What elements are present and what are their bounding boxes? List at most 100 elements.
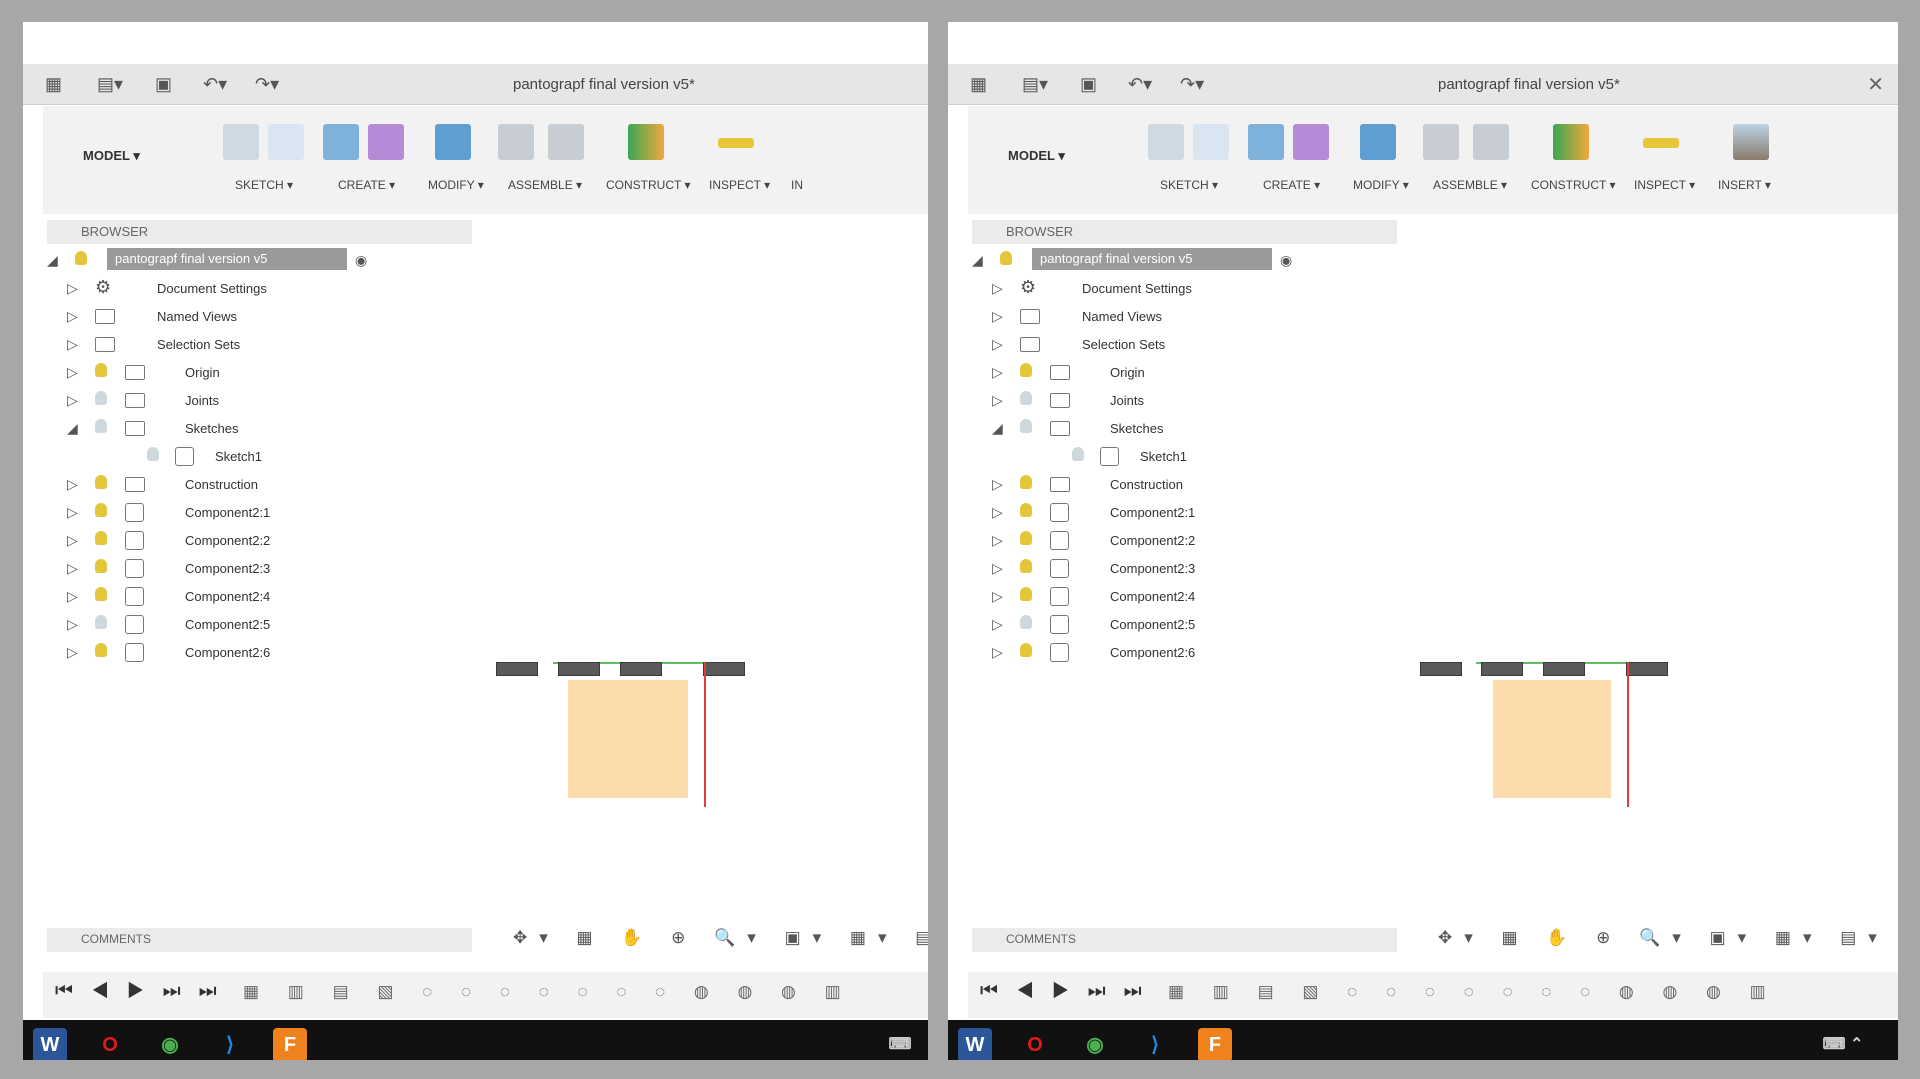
visibility-bulb-icon[interactable] [95,559,107,573]
visibility-bulb-icon[interactable] [1020,391,1032,405]
offset-plane-icon[interactable] [628,124,664,160]
visibility-bulb-icon[interactable] [1020,503,1032,517]
workspace-model-dropdown[interactable]: MODEL ▾ [1008,148,1065,164]
collapse-triangle-icon[interactable]: ◢ [972,252,983,269]
navigation-bar[interactable]: ✥▾ ▦ ✋ ⊕ 🔍▾ ▣▾ ▦▾ ▤▾ [1438,928,1889,958]
navigation-bar[interactable]: ✥▾ ▦ ✋ ⊕ 🔍▾ ▣▾ ▦▾ ▤▾ [513,928,928,958]
expand-triangle-icon[interactable]: ▷ [992,616,1003,633]
sketch-menu[interactable]: SKETCH ▾ [235,178,293,192]
visibility-bulb-icon[interactable] [95,643,107,657]
create-sketch-icon[interactable] [223,124,259,160]
create-sketch-icon[interactable] [1148,124,1184,160]
word-app-icon[interactable]: W [33,1028,67,1060]
opera-app-icon[interactable]: O [1018,1028,1052,1060]
form-icon[interactable] [1293,124,1329,160]
expand-triangle-icon[interactable]: ▷ [67,504,78,521]
visibility-bulb-icon[interactable] [95,419,107,433]
measure-icon[interactable] [1643,138,1679,148]
joint-icon[interactable] [1473,124,1509,160]
visibility-bulb-icon[interactable] [95,391,107,405]
expand-triangle-icon[interactable]: ▷ [67,588,78,605]
visibility-bulb-icon[interactable] [1072,447,1084,461]
comments-panel-header[interactable]: COMMENTS [972,928,1397,952]
browser-panel-header[interactable]: BROWSER [47,220,472,244]
line-icon[interactable] [1193,124,1229,160]
expand-triangle-icon[interactable]: ▷ [992,560,1003,577]
visibility-bulb-icon[interactable] [95,587,107,601]
timeline-features[interactable]: ▦ ▥ ▤ ▧ ◌ ◌ ◌ ◌ ◌ ◌ ◌ ◍ ◍ ◍ ▥ [1168,982,1778,1002]
insert-image-icon[interactable] [1733,124,1769,160]
inspect-menu[interactable]: INSPECT ▾ [709,178,770,192]
link-bar[interactable] [496,662,538,676]
visibility-bulb-icon[interactable] [1020,419,1032,433]
visibility-bulb-icon[interactable] [95,475,107,489]
activate-radio-icon[interactable]: ◉ [355,252,367,269]
fusion360-app-icon[interactable]: F [273,1028,307,1060]
visibility-bulb-icon[interactable] [95,503,107,517]
visibility-bulb-icon[interactable] [95,531,107,545]
measure-icon[interactable] [718,138,754,148]
press-pull-icon[interactable] [1360,124,1396,160]
expand-triangle-icon[interactable]: ▷ [67,336,78,353]
offset-plane-icon[interactable] [1553,124,1589,160]
apps-grid-icon[interactable]: ▦ [970,74,987,95]
expand-triangle-icon[interactable]: ▷ [67,280,78,297]
expand-triangle-icon[interactable]: ▷ [67,616,78,633]
expand-triangle-icon[interactable]: ▷ [992,280,1003,297]
visibility-bulb-icon[interactable] [1000,251,1012,265]
press-pull-icon[interactable] [435,124,471,160]
word-app-icon[interactable]: W [958,1028,992,1060]
insert-menu[interactable]: INSERT ▾ [1718,178,1771,192]
visibility-bulb-icon[interactable] [147,447,159,461]
expand-triangle-icon[interactable]: ▷ [67,532,78,549]
link-bar[interactable] [1420,662,1462,676]
activate-radio-icon[interactable]: ◉ [1280,252,1292,269]
chrome-app-icon[interactable]: ◉ [153,1028,187,1060]
comments-panel-header[interactable]: COMMENTS [47,928,472,952]
insert-menu-truncated[interactable]: IN [791,178,803,192]
undo-icon[interactable]: ↶▾ [203,74,227,95]
expand-triangle-icon[interactable]: ▷ [992,588,1003,605]
visibility-bulb-icon[interactable] [75,251,87,265]
visibility-bulb-icon[interactable] [1020,559,1032,573]
collapse-triangle-icon[interactable]: ◢ [67,420,78,437]
visibility-bulb-icon[interactable] [1020,363,1032,377]
tray-keyboard-icon[interactable]: ⌨ [883,1028,917,1060]
sketch-profile[interactable] [568,680,688,798]
visibility-bulb-icon[interactable] [95,615,107,629]
save-icon[interactable]: ▣ [1080,74,1097,95]
expand-triangle-icon[interactable]: ▷ [992,392,1003,409]
sketch-menu[interactable]: SKETCH ▾ [1160,178,1218,192]
link-bar[interactable] [703,662,745,676]
visibility-bulb-icon[interactable] [95,363,107,377]
new-component-icon[interactable] [1423,124,1459,160]
expand-triangle-icon[interactable]: ▷ [67,644,78,661]
expand-triangle-icon[interactable]: ▷ [992,336,1003,353]
form-icon[interactable] [368,124,404,160]
expand-triangle-icon[interactable]: ▷ [992,476,1003,493]
extrude-icon[interactable] [323,124,359,160]
modify-menu[interactable]: MODIFY ▾ [1353,178,1409,192]
link-bar[interactable] [1626,662,1668,676]
visibility-bulb-icon[interactable] [1020,587,1032,601]
collapse-triangle-icon[interactable]: ◢ [992,420,1003,437]
collapse-triangle-icon[interactable]: ◢ [47,252,58,269]
link-bar[interactable] [1543,662,1585,676]
file-menu-icon[interactable]: ▤▾ [1022,74,1048,95]
expand-triangle-icon[interactable]: ▷ [992,504,1003,521]
extrude-icon[interactable] [1248,124,1284,160]
inspect-menu[interactable]: INSPECT ▾ [1634,178,1695,192]
visibility-bulb-icon[interactable] [1020,643,1032,657]
expand-triangle-icon[interactable]: ▷ [992,364,1003,381]
expand-triangle-icon[interactable]: ▷ [992,532,1003,549]
save-icon[interactable]: ▣ [155,74,172,95]
tray-icons[interactable]: ⌨ ⌃ [1808,1028,1878,1060]
chrome-app-icon[interactable]: ◉ [1078,1028,1112,1060]
expand-triangle-icon[interactable]: ▷ [67,364,78,381]
expand-triangle-icon[interactable]: ▷ [992,644,1003,661]
workspace-model-dropdown[interactable]: MODEL ▾ [83,148,140,164]
visibility-bulb-icon[interactable] [1020,475,1032,489]
timeline-features[interactable]: ▦ ▥ ▤ ▧ ◌ ◌ ◌ ◌ ◌ ◌ ◌ ◍ ◍ ◍ ▥ [243,982,853,1002]
opera-app-icon[interactable]: O [93,1028,127,1060]
sketch-profile[interactable] [1493,680,1611,798]
